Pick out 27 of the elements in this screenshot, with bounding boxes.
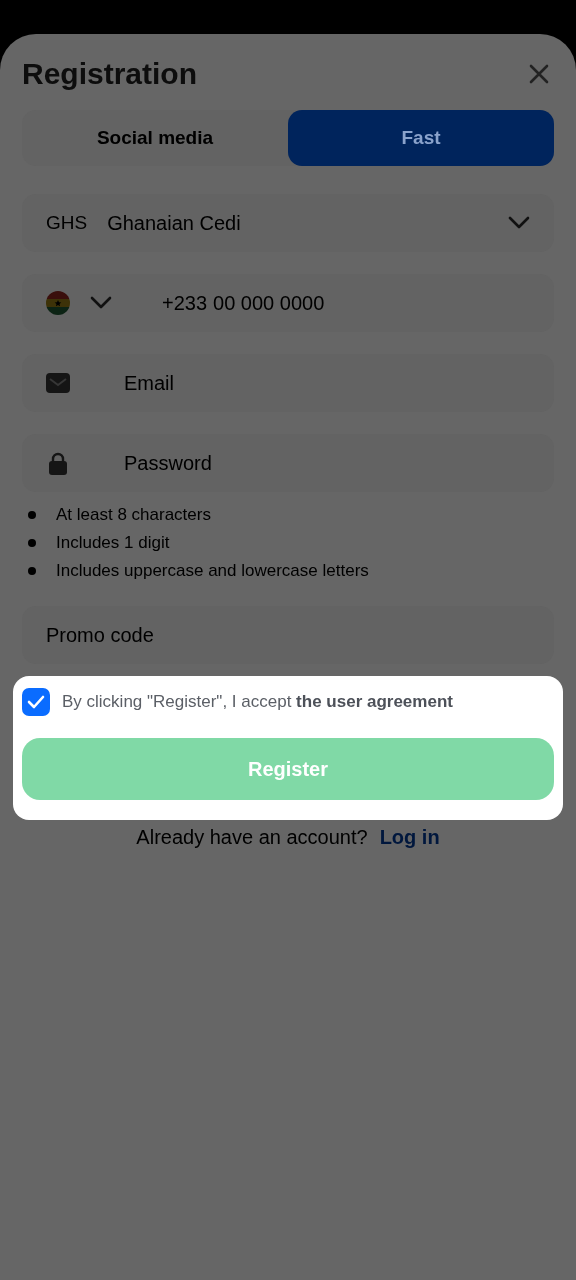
- login-link[interactable]: Log in: [379, 826, 440, 849]
- password-input[interactable]: Password: [124, 451, 530, 475]
- tab[interactable]: Fast: [288, 110, 554, 166]
- login-prompt: Already have an account?: [136, 826, 368, 849]
- password-rule: Includes uppercase and lowercase letters: [56, 560, 369, 582]
- bullet-icon: [28, 539, 36, 547]
- password-rule: Includes 1 digit: [56, 532, 170, 554]
- chevron-down-icon[interactable]: [508, 216, 530, 230]
- field-background: +233 00 000 0000: [22, 274, 554, 332]
- password-rule: At least 8 characters: [56, 504, 211, 526]
- envelope-icon: [46, 373, 70, 393]
- checkmark-icon: [27, 695, 45, 709]
- currency-select[interactable]: GHS Ghanaian Cedi: [22, 194, 554, 252]
- sheet-title: Registration: [22, 57, 198, 91]
- promo-code-input[interactable]: Promo code: [46, 623, 530, 647]
- agreement-text: By clicking "Register", I accept the user agreement: [62, 692, 453, 712]
- lock-icon: [46, 451, 70, 475]
- chevron-down-icon[interactable]: [90, 296, 112, 310]
- bullet-icon: [28, 511, 36, 519]
- tab[interactable]: Social media: [22, 110, 288, 166]
- close-icon: [529, 64, 549, 84]
- email-input[interactable]: Email: [124, 371, 530, 395]
- phone-input[interactable]: 00 000 0000: [213, 291, 530, 315]
- agreement-checkbox[interactable]: [22, 688, 50, 716]
- bullet-icon: [28, 567, 36, 575]
- user-agreement-link[interactable]: the user agreement: [296, 692, 453, 711]
- flag-icon: [46, 291, 70, 315]
